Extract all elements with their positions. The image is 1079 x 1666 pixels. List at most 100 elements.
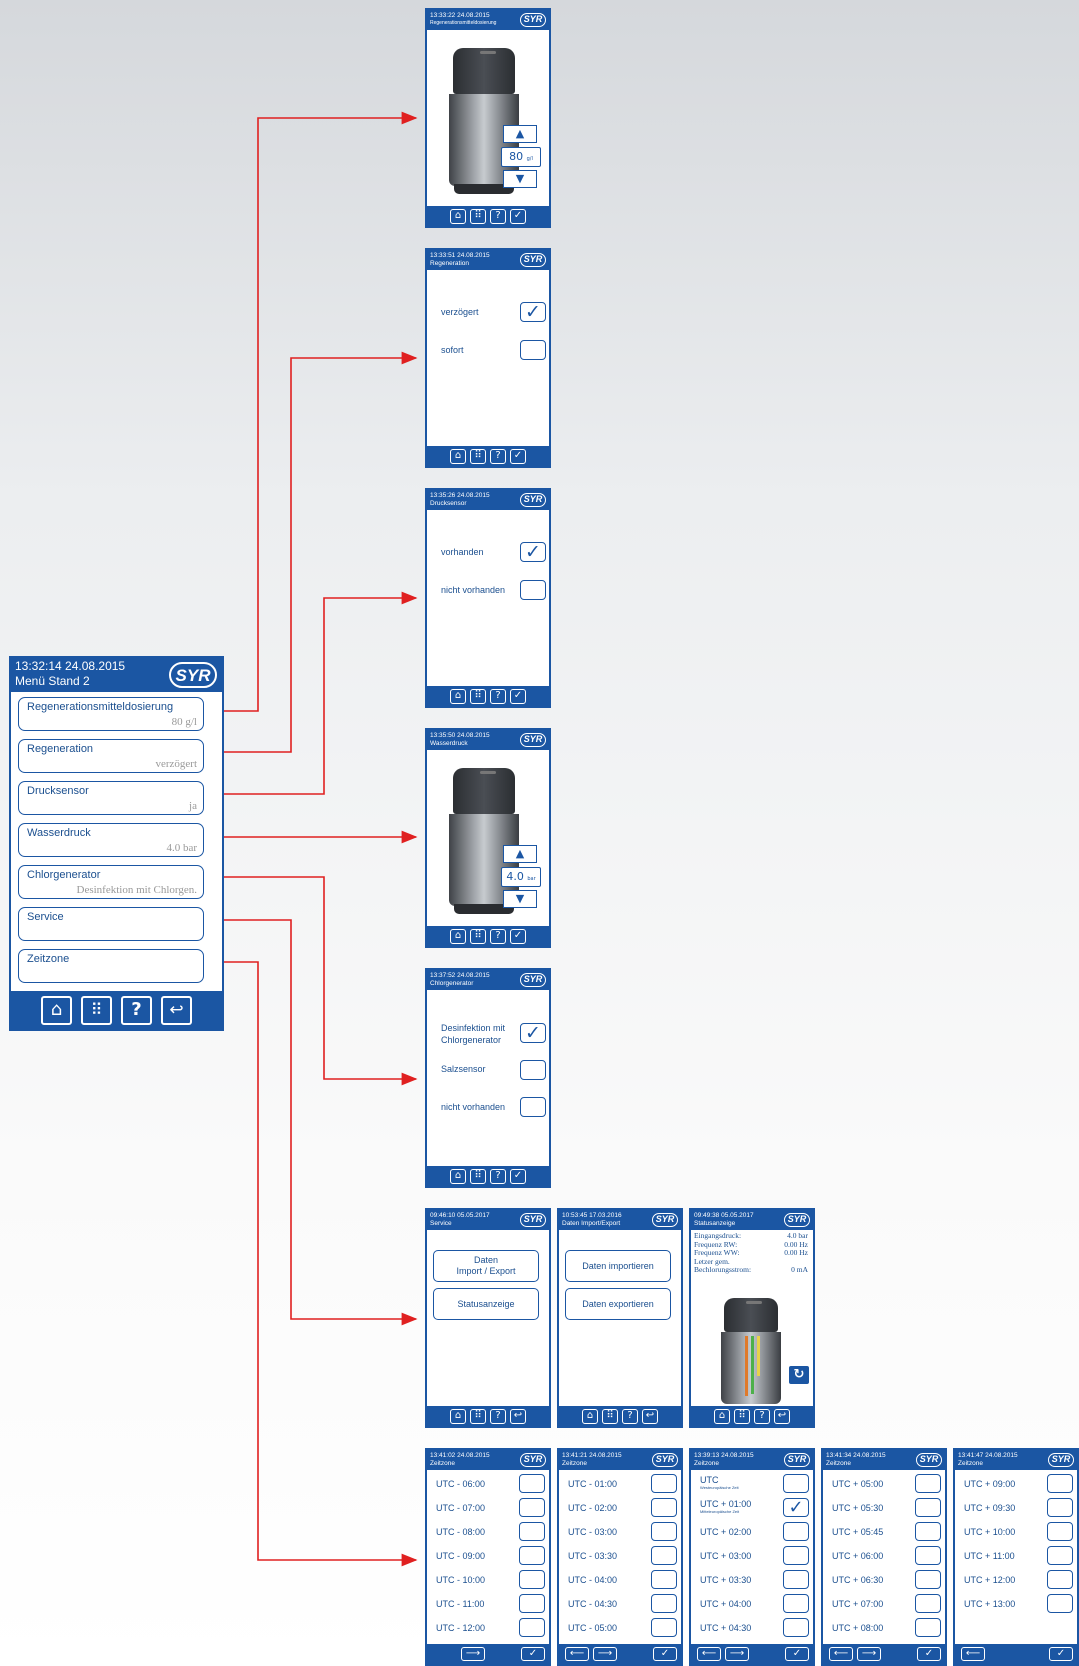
confirm-icon[interactable]: ✓: [510, 928, 526, 944]
option-checkbox-checked[interactable]: ✓: [520, 302, 546, 322]
menu-item-chlorine[interactable]: Chlorgenerator Desinfektion mit Chlorgen.: [18, 865, 204, 899]
option-checkbox-checked[interactable]: ✓: [520, 542, 546, 562]
option-checkbox-checked[interactable]: ✓: [520, 1023, 546, 1043]
back-icon[interactable]: ↩: [161, 995, 192, 1025]
timezone-checkbox[interactable]: [783, 1618, 809, 1637]
option-checkbox[interactable]: [520, 580, 546, 600]
grid-icon[interactable]: ⠿: [602, 1408, 618, 1424]
import-data-button[interactable]: Daten importieren: [565, 1250, 671, 1282]
home-icon[interactable]: ⌂: [450, 688, 466, 704]
export-data-button[interactable]: Daten exportieren: [565, 1288, 671, 1320]
grid-icon[interactable]: ⠿: [470, 208, 486, 224]
timezone-checkbox[interactable]: [519, 1522, 545, 1541]
menu-item-timezone[interactable]: Zeitzone: [18, 949, 204, 983]
arrow-left-icon[interactable]: ⟵: [565, 1647, 589, 1661]
timezone-checkbox[interactable]: [1047, 1570, 1073, 1589]
home-icon[interactable]: ⌂: [450, 448, 466, 464]
option-checkbox[interactable]: [520, 1097, 546, 1117]
confirm-icon[interactable]: ✓: [510, 688, 526, 704]
grid-icon[interactable]: ⠿: [470, 1408, 486, 1424]
help-icon[interactable]: ?: [490, 1168, 506, 1184]
arrow-left-icon[interactable]: ⟵: [961, 1647, 985, 1661]
timezone-checkbox[interactable]: [1047, 1594, 1073, 1613]
timezone-checkbox[interactable]: [651, 1498, 677, 1517]
timezone-checkbox[interactable]: [651, 1570, 677, 1589]
help-icon[interactable]: ?: [622, 1408, 638, 1424]
option-checkbox[interactable]: [520, 340, 546, 360]
confirm-icon[interactable]: ✓: [521, 1647, 545, 1661]
grid-icon[interactable]: ⠿: [470, 688, 486, 704]
timezone-checkbox[interactable]: [519, 1498, 545, 1517]
data-import-export-button[interactable]: Daten Import / Export: [433, 1250, 539, 1282]
timezone-checkbox[interactable]: [519, 1594, 545, 1613]
option-checkbox[interactable]: [520, 1060, 546, 1080]
home-icon[interactable]: ⌂: [714, 1408, 730, 1424]
arrow-left-icon[interactable]: ⟵: [829, 1647, 853, 1661]
confirm-icon[interactable]: ✓: [785, 1647, 809, 1661]
menu-item-dosing[interactable]: Regenerationsmitteldosierung 80 g/l: [18, 697, 204, 731]
arrow-right-icon[interactable]: ⟶: [857, 1647, 881, 1661]
menu-item-service[interactable]: Service: [18, 907, 204, 941]
increase-button[interactable]: ▲: [503, 845, 537, 863]
home-icon[interactable]: ⌂: [582, 1408, 598, 1424]
timezone-checkbox[interactable]: [1047, 1498, 1073, 1517]
timezone-checkbox[interactable]: [519, 1546, 545, 1565]
decrease-button[interactable]: ▼: [503, 170, 537, 188]
timezone-checkbox[interactable]: [783, 1474, 809, 1493]
back-icon[interactable]: ↩: [510, 1408, 526, 1424]
menu-item-pressure-sensor[interactable]: Drucksensor ja: [18, 781, 204, 815]
arrow-left-icon[interactable]: ⟵: [697, 1647, 721, 1661]
timezone-checkbox[interactable]: [915, 1618, 941, 1637]
confirm-icon[interactable]: ✓: [510, 208, 526, 224]
grid-icon[interactable]: ⠿: [734, 1408, 750, 1424]
home-icon[interactable]: ⌂: [450, 1408, 466, 1424]
timezone-checkbox[interactable]: [783, 1522, 809, 1541]
timezone-checkbox[interactable]: [783, 1570, 809, 1589]
timezone-checkbox[interactable]: [915, 1594, 941, 1613]
timezone-checkbox[interactable]: [651, 1474, 677, 1493]
timezone-checkbox[interactable]: [651, 1522, 677, 1541]
timezone-checkbox[interactable]: [915, 1474, 941, 1493]
increase-button[interactable]: ▲: [503, 125, 537, 143]
arrow-right-icon[interactable]: ⟶: [593, 1647, 617, 1661]
arrow-right-icon[interactable]: ⟶: [461, 1647, 485, 1661]
timezone-checkbox[interactable]: [1047, 1522, 1073, 1541]
home-icon[interactable]: ⌂: [450, 928, 466, 944]
confirm-icon[interactable]: ✓: [510, 448, 526, 464]
timezone-checkbox-checked[interactable]: ✓: [783, 1498, 809, 1517]
timezone-checkbox[interactable]: [915, 1546, 941, 1565]
menu-item-regeneration[interactable]: Regeneration verzögert: [18, 739, 204, 773]
help-icon[interactable]: ?: [121, 995, 152, 1025]
arrow-right-icon[interactable]: ⟶: [725, 1647, 749, 1661]
help-icon[interactable]: ?: [490, 448, 506, 464]
help-icon[interactable]: ?: [490, 208, 506, 224]
confirm-icon[interactable]: ✓: [1049, 1647, 1073, 1661]
home-icon[interactable]: ⌂: [450, 1168, 466, 1184]
menu-item-water-pressure[interactable]: Wasserdruck 4.0 bar: [18, 823, 204, 857]
timezone-checkbox[interactable]: [651, 1594, 677, 1613]
timezone-checkbox[interactable]: [783, 1594, 809, 1613]
grid-icon[interactable]: ⠿: [470, 1168, 486, 1184]
home-icon[interactable]: ⌂: [41, 995, 72, 1025]
timezone-checkbox[interactable]: [651, 1618, 677, 1637]
grid-icon[interactable]: ⠿: [81, 995, 112, 1025]
help-icon[interactable]: ?: [490, 688, 506, 704]
refresh-button[interactable]: ↻: [788, 1365, 810, 1385]
status-display-button[interactable]: Statusanzeige: [433, 1288, 539, 1320]
grid-icon[interactable]: ⠿: [470, 448, 486, 464]
timezone-checkbox[interactable]: [915, 1522, 941, 1541]
help-icon[interactable]: ?: [490, 928, 506, 944]
back-icon[interactable]: ↩: [774, 1408, 790, 1424]
timezone-checkbox[interactable]: [915, 1570, 941, 1589]
timezone-checkbox[interactable]: [519, 1618, 545, 1637]
help-icon[interactable]: ?: [490, 1408, 506, 1424]
timezone-checkbox[interactable]: [519, 1474, 545, 1493]
confirm-icon[interactable]: ✓: [510, 1168, 526, 1184]
timezone-checkbox[interactable]: [651, 1546, 677, 1565]
decrease-button[interactable]: ▼: [503, 890, 537, 908]
back-icon[interactable]: ↩: [642, 1408, 658, 1424]
grid-icon[interactable]: ⠿: [470, 928, 486, 944]
timezone-checkbox[interactable]: [783, 1546, 809, 1565]
confirm-icon[interactable]: ✓: [917, 1647, 941, 1661]
timezone-checkbox[interactable]: [519, 1570, 545, 1589]
